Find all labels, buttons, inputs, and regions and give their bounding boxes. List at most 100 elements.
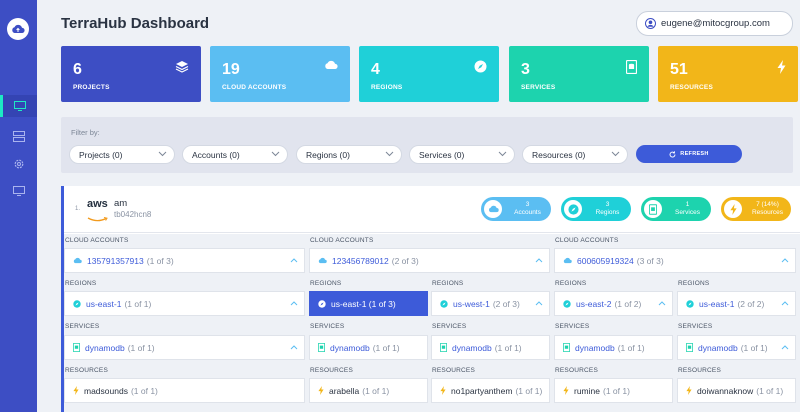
database-icon <box>73 343 80 352</box>
resource-count: (1 of 1) <box>362 386 389 396</box>
sidebar-item-settings[interactable] <box>0 153 37 175</box>
stat-value: 51 <box>670 61 688 79</box>
section-label-cloud-accounts: CLOUD ACCOUNTS <box>65 237 128 244</box>
user-menu[interactable]: eugene@mitocgroup.com <box>636 11 793 36</box>
region-count: (1 of 1) <box>124 299 151 309</box>
section-label-resources: RESOURCES <box>310 367 353 374</box>
compass-icon <box>318 300 326 308</box>
resource-name: rumine <box>574 386 600 396</box>
region-item[interactable]: us-east-1(1 of 1) <box>64 291 305 316</box>
services-pill[interactable]: 1Services <box>641 197 711 221</box>
cloud-icon <box>324 60 338 70</box>
sidebar <box>0 0 37 412</box>
database-icon <box>318 343 325 352</box>
resources-filter-select[interactable]: Resources (0) <box>522 145 628 164</box>
account-count: (2 of 3) <box>392 256 419 266</box>
regions-filter-select[interactable]: Regions (0) <box>296 145 402 164</box>
regions-pill[interactable]: 3Regions <box>561 197 631 221</box>
chevron-up-icon <box>658 301 666 306</box>
account-id: 135791357913 <box>87 256 144 266</box>
pill-label: Accounts <box>506 209 549 217</box>
services-filter-select[interactable]: Services (0) <box>409 145 515 164</box>
resource-item[interactable]: rumine(1 of 1) <box>554 378 673 403</box>
service-item[interactable]: dynamodb(1 of 1) <box>554 335 673 360</box>
refresh-button[interactable]: REFRESH <box>636 145 742 163</box>
stat-card-regions[interactable]: 4 REGIONS <box>359 46 499 102</box>
service-item[interactable]: dynamodb(1 of 1) <box>677 335 796 360</box>
pill-count: 3 <box>506 201 549 209</box>
stat-value: 4 <box>371 61 380 79</box>
region-item-selected[interactable]: us-east-1 (1 of 3) <box>309 291 428 316</box>
resource-count: (1 of 1) <box>603 386 630 396</box>
sidebar-item-projects[interactable] <box>0 125 37 147</box>
refresh-label: REFRESH <box>680 151 708 157</box>
aws-smile-icon <box>87 217 109 223</box>
sidebar-item-display[interactable] <box>0 180 37 202</box>
region-item[interactable]: us-east-1(2 of 2) <box>677 291 796 316</box>
lightning-icon <box>724 200 742 218</box>
compass-icon <box>474 60 487 73</box>
account-item[interactable]: 600605919324(3 of 3) <box>554 248 796 273</box>
stat-card-cloud-accounts[interactable]: 19 CLOUD ACCOUNTS <box>210 46 350 102</box>
database-icon <box>563 343 570 352</box>
sidebar-item-dashboard[interactable] <box>0 95 37 117</box>
chevron-up-icon <box>290 345 298 350</box>
service-name: dynamodb <box>698 343 738 353</box>
select-value: Accounts (0) <box>192 150 240 160</box>
project-header[interactable]: 1. aws am tb042hcn8 3Accounts 3Regions 1… <box>64 186 800 233</box>
provider-name: aws <box>87 199 109 210</box>
service-item[interactable]: dynamodb(1 of 1) <box>431 335 550 360</box>
resource-item[interactable]: madsounds(1 of 1) <box>64 378 305 403</box>
aws-logo: aws <box>87 199 109 228</box>
chevron-up-icon <box>535 258 543 263</box>
section-label-services: SERVICES <box>65 323 99 330</box>
account-id: 600605919324 <box>577 256 634 266</box>
filter-panel: Filter by: Projects (0) Accounts (0) Reg… <box>61 117 793 173</box>
resource-item[interactable]: no1partyanthem(1 of 1) <box>431 378 550 403</box>
accounts-filter-select[interactable]: Accounts (0) <box>182 145 288 164</box>
database-icon <box>440 343 447 352</box>
service-name: dynamodb <box>85 343 125 353</box>
section-label-resources: RESOURCES <box>65 367 108 374</box>
account-item[interactable]: 135791357913(1 of 3) <box>64 248 305 273</box>
stat-card-resources[interactable]: 51 RESOURCES <box>658 46 798 102</box>
chevron-up-icon <box>781 258 789 263</box>
database-icon <box>626 60 637 74</box>
compass-icon <box>686 300 694 308</box>
monitor-icon <box>13 186 25 196</box>
stat-value: 19 <box>222 61 240 79</box>
projects-filter-select[interactable]: Projects (0) <box>69 145 175 164</box>
accounts-pill[interactable]: 3Accounts <box>481 197 551 221</box>
section-label-services: SERVICES <box>432 323 466 330</box>
resource-name: doiwannaknow <box>697 386 753 396</box>
select-value: Regions (0) <box>306 150 350 160</box>
resource-count: (1 of 1) <box>515 386 542 396</box>
monitor-icon <box>14 101 26 111</box>
pill-label: Services <box>666 209 709 217</box>
lightning-icon <box>777 60 786 74</box>
stat-card-services[interactable]: 3 SERVICES <box>509 46 649 102</box>
service-item[interactable]: dynamodb(1 of 1) <box>309 335 428 360</box>
region-item[interactable]: us-east-2(1 of 2) <box>554 291 673 316</box>
resource-item[interactable]: doiwannaknow(1 of 1) <box>677 378 796 403</box>
lightning-icon <box>686 386 692 395</box>
account-item[interactable]: 123456789012(2 of 3) <box>309 248 550 273</box>
section-label-regions: REGIONS <box>310 280 341 287</box>
service-count: (1 of 1) <box>495 343 522 353</box>
server-icon <box>13 131 25 142</box>
section-label-cloud-accounts: CLOUD ACCOUNTS <box>555 237 618 244</box>
resources-pill[interactable]: 7 (14%)Resources <box>721 197 791 221</box>
service-item[interactable]: dynamodb(1 of 1) <box>64 335 305 360</box>
chevron-down-icon <box>498 151 507 157</box>
resource-item[interactable]: arabella(1 of 1) <box>309 378 428 403</box>
terrahub-logo-icon[interactable] <box>7 18 29 40</box>
chevron-down-icon <box>385 151 394 157</box>
project-name: am <box>114 198 127 209</box>
account-id: 123456789012 <box>332 256 389 266</box>
service-name: dynamodb <box>452 343 492 353</box>
region-item[interactable]: us-west-1(2 of 3) <box>431 291 550 316</box>
resource-count: (1 of 1) <box>131 386 158 396</box>
stat-card-projects[interactable]: 6 PROJECTS <box>61 46 201 102</box>
refresh-icon <box>669 151 676 158</box>
service-count: (1 of 1) <box>128 343 155 353</box>
